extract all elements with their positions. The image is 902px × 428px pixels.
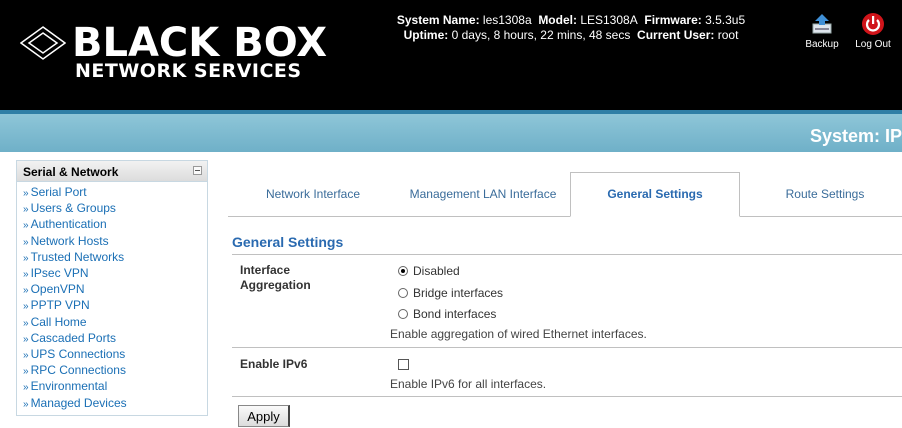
tab-general-settings[interactable]: General Settings — [570, 172, 740, 217]
black-box-logo: BLACK BOX NETWORK SERVICES — [20, 20, 327, 82]
radio-bridge-icon[interactable] — [398, 288, 408, 298]
model-label: Model: — [538, 13, 577, 27]
sidebar-item-authentication[interactable]: » Authentication — [23, 217, 207, 233]
firmware-label: Firmware: — [644, 13, 702, 27]
radio-bond-interfaces[interactable]: Bond interfaces — [398, 307, 496, 321]
sidebar-title: Serial & Network — [23, 165, 119, 179]
enable-ipv6-row: Enable IPv6 Enable IPv6 for all interfac… — [232, 348, 902, 397]
interface-aggregation-label: Interface Aggregation — [240, 263, 311, 292]
enable-ipv6-checkbox[interactable] — [398, 359, 409, 373]
page-title: System: IP — [809, 126, 902, 146]
interface-aggregation-row: Interface Aggregation Disabled Bridge in… — [232, 256, 902, 348]
logout-label: Log Out — [855, 39, 891, 50]
sidebar-item-environmental[interactable]: » Environmental — [23, 379, 207, 395]
checkbox-icon[interactable] — [398, 359, 409, 370]
system-name-value: les1308a — [482, 13, 532, 27]
page-title-bar: System: IP — [0, 110, 902, 152]
current-user-value: root — [717, 28, 739, 42]
system-name-label: System Name: — [396, 13, 480, 27]
sidebar-item-openvpn[interactable]: » OpenVPN — [23, 282, 207, 298]
backup-icon — [812, 14, 832, 34]
logo-subtitle: NETWORK SERVICES — [75, 60, 302, 82]
tab-bar: Network Interface Management LAN Interfa… — [228, 172, 902, 217]
sidebar-item-call-home[interactable]: » Call Home — [23, 315, 207, 331]
logout-button[interactable]: Log Out — [848, 12, 898, 50]
top-header: BLACK BOX NETWORK SERVICES System Name: … — [0, 0, 902, 110]
backup-label: Backup — [805, 39, 839, 50]
current-user-label: Current User: — [637, 28, 715, 42]
radio-disabled[interactable]: Disabled — [398, 264, 460, 278]
sidebar-serial-network: Serial & Network » Serial Port » Users & G… — [16, 160, 208, 416]
sidebar-item-network-hosts[interactable]: » Network Hosts — [23, 234, 207, 250]
apply-button[interactable]: Apply — [238, 405, 290, 427]
enable-ipv6-label: Enable IPv6 — [240, 357, 308, 371]
sidebar-item-pptp-vpn[interactable]: » PPTP VPN — [23, 298, 207, 314]
section-title: General Settings — [232, 234, 902, 255]
sidebar-item-trusted-networks[interactable]: » Trusted Networks — [23, 250, 207, 266]
tab-network-interface[interactable]: Network Interface — [228, 172, 398, 216]
radio-bond-icon[interactable] — [398, 309, 408, 319]
collapse-icon[interactable] — [193, 166, 202, 175]
firmware-value: 3.5.3u5 — [705, 13, 746, 27]
power-icon — [862, 13, 884, 35]
tab-management-lan-interface[interactable]: Management LAN Interface — [408, 172, 558, 216]
system-info: System Name: les1308a Model: LES1308A Fi… — [346, 13, 796, 43]
tab-route-settings[interactable]: Route Settings — [750, 172, 900, 216]
ipv6-help-text: Enable IPv6 for all interfaces. — [390, 377, 547, 391]
sidebar-menu: » Serial Port » Users & Groups » Authentica… — [17, 182, 207, 412]
sidebar-item-users-groups[interactable]: » Users & Groups — [23, 201, 207, 217]
radio-bridge-interfaces[interactable]: Bridge interfaces — [398, 286, 503, 300]
aggregation-help-text: Enable aggregation of wired Ethernet int… — [390, 327, 647, 341]
uptime-label: Uptime: — [403, 28, 449, 42]
radio-disabled-icon[interactable] — [398, 266, 408, 276]
uptime-value: 0 days, 8 hours, 22 mins, 48 secs — [451, 28, 631, 42]
sidebar-item-serial-port[interactable]: » Serial Port — [23, 185, 207, 201]
sidebar-header: Serial & Network — [17, 161, 207, 182]
sidebar-item-ipsec-vpn[interactable]: » IPsec VPN — [23, 266, 207, 282]
model-value: LES1308A — [580, 13, 638, 27]
backup-button[interactable]: Backup — [802, 12, 842, 50]
sidebar-item-cascaded-ports[interactable]: » Cascaded Ports — [23, 331, 207, 347]
sidebar-item-rpc-connections[interactable]: » RPC Connections — [23, 363, 207, 379]
sidebar-item-ups-connections[interactable]: » UPS Connections — [23, 347, 207, 363]
sidebar-item-managed-devices[interactable]: » Managed Devices — [23, 396, 207, 412]
logo-diamond-icon — [20, 26, 66, 60]
